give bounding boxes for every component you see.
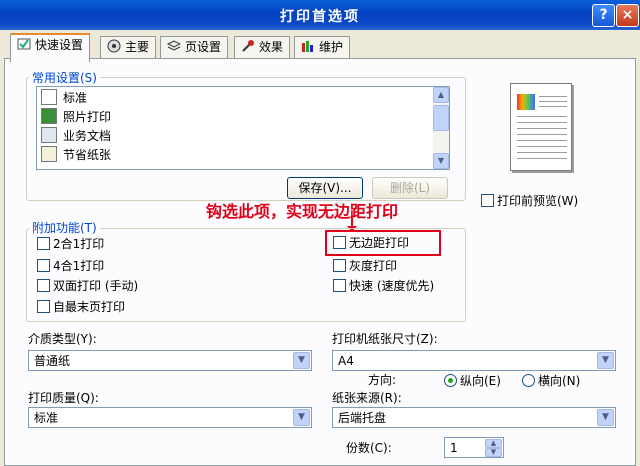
chevron-down-icon[interactable]: ▼ [293,352,310,369]
grayscale-print-checkbox[interactable]: 灰度打印 [333,258,397,274]
list-item-label: 照片打印 [63,110,112,124]
copies-label: 份数(C): [346,441,392,455]
title-bar: 打印首选项 ? × [0,0,640,30]
two-in-one-checkbox[interactable]: 2合1打印 [37,236,104,252]
help-button[interactable]: ? [592,4,615,27]
checkbox-box[interactable] [37,237,50,250]
common-settings-label: 常用设置(S) [29,69,100,86]
radio-button[interactable] [444,374,457,387]
print-quality-label: 打印质量(Q): [28,391,99,405]
checkbox-box[interactable] [481,194,494,207]
paper-size-select[interactable]: A4 ▼ [332,350,616,371]
additional-features-label: 附加功能(T) [29,219,100,236]
checkbox-label: 双面打印 (手动) [53,279,139,293]
tab-main[interactable]: 主要 [100,36,157,59]
duplex-manual-checkbox[interactable]: 双面打印 (手动) [37,278,138,294]
copies-stepper[interactable]: 1 ▲ ▼ [444,437,504,458]
landscape-radio[interactable]: 横向(N) [522,373,580,389]
fast-print-checkbox[interactable]: 快速 (速度优先) [333,278,434,294]
chevron-down-icon[interactable]: ▼ [485,448,502,457]
list-scrollbar[interactable]: ▲ ▼ [433,87,449,169]
reverse-order-checkbox[interactable]: 自最末页打印 [37,299,125,315]
standard-icon [41,89,57,105]
media-type-value: 普通纸 [34,354,71,368]
list-item[interactable]: 照片打印 [41,108,111,126]
checkbox-label: 灰度打印 [349,259,398,273]
print-quality-select[interactable]: 标准 ▼ [28,407,312,428]
radio-label: 横向(N) [538,374,581,388]
tab-maintenance[interactable]: 维护 [294,36,351,59]
copies-value: 1 [450,441,458,455]
paper-source-label: 纸张来源(R): [332,391,402,405]
paper-source-select[interactable]: 后端托盘 ▼ [332,407,616,428]
scroll-thumb[interactable] [433,105,449,131]
tab-label: 维护 [319,40,344,54]
checkbox-label: 2合1打印 [53,237,105,251]
list-item-label: 业务文档 [63,129,112,143]
checkbox-box[interactable] [37,300,50,313]
checkbox-box[interactable] [37,259,50,272]
save-paper-icon [41,146,57,162]
annotation-text: 钩选此项，实现无边距打印 [206,202,399,221]
print-quality-value: 标准 [34,411,59,425]
chevron-up-icon[interactable]: ▲ [485,439,502,448]
tab-label: 主要 [125,40,150,54]
effects-icon [241,39,255,53]
paper-size-value: A4 [338,354,354,368]
photo-icon [41,108,57,124]
checkbox-box[interactable] [333,259,346,272]
chevron-down-icon[interactable]: ▼ [293,409,310,426]
checkbox-box[interactable] [333,279,346,292]
page-preview [510,83,572,171]
save-button[interactable]: 保存(V)... [287,177,363,199]
list-item-label: 节省纸张 [63,148,112,162]
main-icon [107,39,121,53]
checkbox-label: 4合1打印 [53,259,105,273]
checkbox-box[interactable] [37,279,50,292]
list-item[interactable]: 节省纸张 [41,146,111,164]
tab-page-setup[interactable]: 页设置 [160,36,229,59]
list-item-label: 标准 [63,91,88,105]
preset-list[interactable]: 标准 照片打印 业务文档 节省纸张 ▲ ▼ [36,86,450,170]
paper-source-value: 后端托盘 [338,411,387,425]
list-item[interactable]: 标准 [41,89,88,107]
four-in-one-checkbox[interactable]: 4合1打印 [37,258,104,274]
chevron-down-icon[interactable]: ▼ [597,409,614,426]
radio-label: 纵向(E) [460,374,501,388]
window-title: 打印首选项 [280,9,360,25]
annotation-highlight-box [325,230,441,256]
media-type-label: 介质类型(Y): [28,332,97,346]
scroll-up-icon[interactable]: ▲ [433,87,449,103]
preview-before-print-checkbox[interactable]: 打印前预览(W) [481,193,578,209]
tab-label: 页设置 [185,40,222,54]
close-button[interactable]: × [616,4,639,27]
tab-label: 效果 [259,40,284,54]
checkbox-label: 打印前预览(W) [497,194,579,208]
paper-size-label: 打印机纸张尺寸(Z): [332,332,438,346]
list-item[interactable]: 业务文档 [41,127,111,145]
maintenance-icon [301,39,315,53]
orientation-label: 方向: [368,373,397,387]
tab-quick-setup[interactable]: 快速设置 [10,33,91,62]
quick-setup-icon [17,37,31,51]
chevron-down-icon[interactable]: ▼ [597,352,614,369]
media-type-select[interactable]: 普通纸 ▼ [28,350,312,371]
preview-image-icon [517,94,535,110]
checkbox-label: 自最末页打印 [53,300,126,314]
tab-effects[interactable]: 效果 [234,36,291,59]
delete-button[interactable]: 删除(L) [372,177,448,199]
radio-button[interactable] [522,374,535,387]
checkbox-label: 快速 (速度优先) [349,279,435,293]
scroll-down-icon[interactable]: ▼ [433,153,449,169]
document-icon [41,127,57,143]
tab-label: 快速设置 [35,38,84,52]
page-setup-icon [166,39,182,53]
portrait-radio[interactable]: 纵向(E) [444,373,501,389]
